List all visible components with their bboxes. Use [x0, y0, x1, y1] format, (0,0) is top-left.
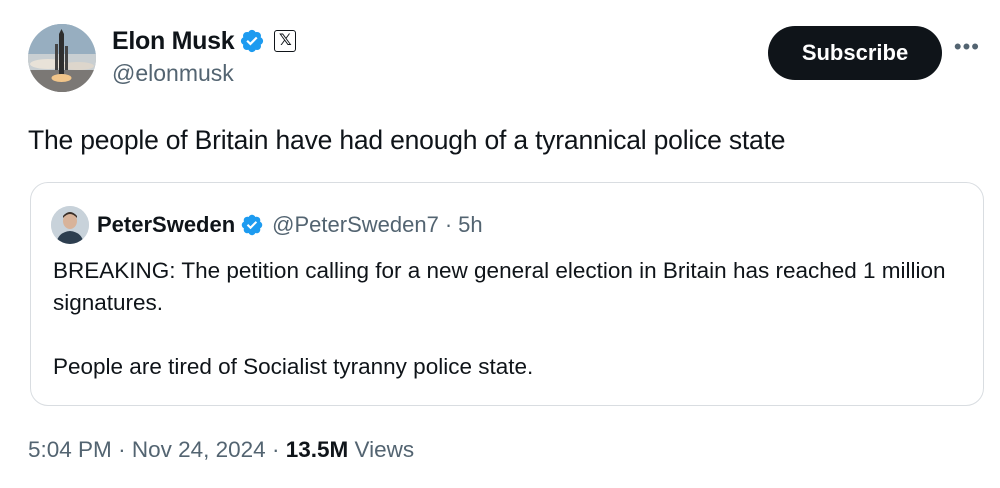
author-names: Elon Musk 𝕏 @elonmusk	[112, 24, 297, 87]
subscribe-button[interactable]: Subscribe	[768, 26, 942, 80]
tweet-text: The people of Britain have had enough of…	[28, 125, 786, 155]
footer-separator: ·	[271, 437, 280, 462]
quoted-author-display-name: PeterSweden	[97, 212, 236, 237]
tweet-header: Elon Musk 𝕏 @elonmusk Subscribe •••	[28, 22, 980, 94]
tweet-card: Elon Musk 𝕏 @elonmusk Subscribe ••• The …	[0, 0, 1000, 488]
author-name-row: Elon Musk 𝕏	[112, 24, 297, 58]
quoted-tweet-paragraph: BREAKING: The petition calling for a new…	[53, 258, 946, 315]
more-options-icon[interactable]: •••	[954, 36, 980, 58]
quoted-author-avatar[interactable]	[51, 206, 89, 244]
meta-separator: ·	[444, 212, 453, 237]
author-display-name[interactable]: Elon Musk	[112, 27, 235, 56]
quoted-tweet-text: BREAKING: The petition calling for a new…	[53, 255, 953, 383]
tweet-date[interactable]: Nov 24, 2024	[132, 437, 266, 462]
verified-checkmark-icon	[241, 29, 264, 53]
tweet-time[interactable]: 5:04 PM	[28, 437, 112, 462]
rocket-launch-avatar-image	[28, 24, 96, 92]
views-count: 13.5M	[285, 437, 349, 462]
quoted-tweet[interactable]: PeterSweden @PeterSweden7 · 5h BREAKING:…	[30, 182, 984, 406]
person-avatar-image	[51, 206, 89, 244]
author-handle[interactable]: @elonmusk	[112, 60, 296, 87]
footer-separator: ·	[118, 437, 126, 462]
verified-checkmark-icon	[241, 214, 263, 236]
quoted-author-handle: @PeterSweden7	[272, 212, 439, 237]
quoted-tweet-paragraph: People are tired of Socialist tyranny po…	[53, 354, 534, 379]
tweet-footer: 5:04 PM · Nov 24, 2024 · 13.5M Views	[28, 437, 414, 463]
x-logo-icon: 𝕏	[274, 30, 297, 52]
quoted-tweet-header: PeterSweden @PeterSweden7 · 5h	[51, 205, 483, 245]
views-label: Views	[354, 437, 415, 462]
author-avatar[interactable]	[28, 24, 96, 92]
quoted-tweet-time: 5h	[458, 212, 483, 237]
